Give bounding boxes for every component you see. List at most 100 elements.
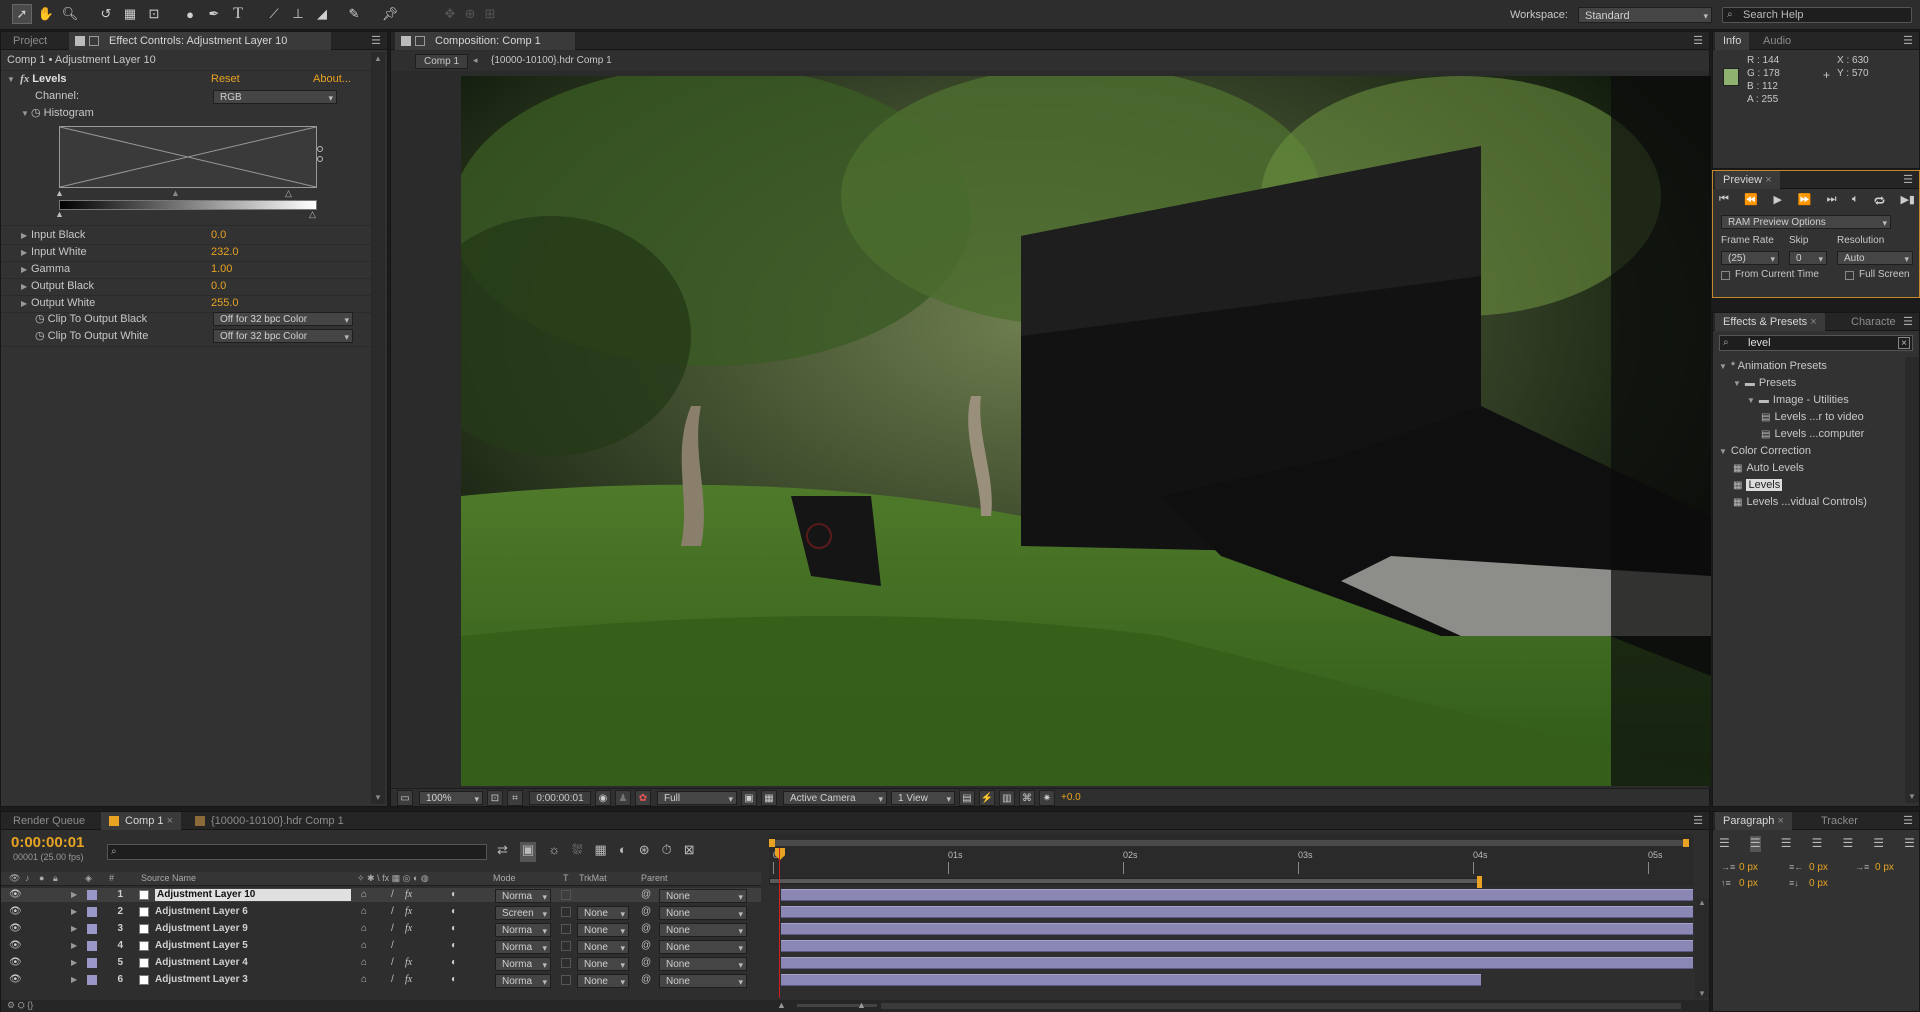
quality-switch-icon[interactable]: / bbox=[391, 974, 394, 986]
expand-triangle-icon[interactable]: ▶ bbox=[21, 261, 31, 278]
fx-switch-icon[interactable]: fx bbox=[405, 923, 412, 935]
tree-folder[interactable]: ▼ ▬ Presets bbox=[1733, 376, 1796, 390]
align-center-icon[interactable]: ☰ bbox=[1749, 836, 1761, 852]
preserve-transparency-checkbox[interactable] bbox=[561, 907, 571, 917]
brush-tool-icon[interactable]: ⟋ bbox=[264, 4, 284, 24]
quality-switch-icon[interactable]: / bbox=[391, 940, 394, 952]
trkmat-select[interactable]: None bbox=[577, 906, 629, 921]
eye-icon[interactable]: 👁︎ bbox=[9, 906, 22, 918]
exposure-value[interactable]: +0.0 bbox=[1061, 792, 1081, 803]
timeline-search-input[interactable]: ⌕ bbox=[107, 844, 487, 860]
indent-right-value[interactable]: 0 px bbox=[1809, 862, 1828, 873]
indent-first-value[interactable]: 0 px bbox=[1875, 862, 1894, 873]
quality-switch-icon[interactable]: / bbox=[391, 923, 394, 935]
panel-menu-icon[interactable]: ☰ bbox=[1903, 814, 1913, 827]
justify-last-left-icon[interactable]: ☰ bbox=[1812, 836, 1823, 852]
input-white-slider-icon[interactable]: △ bbox=[285, 188, 292, 199]
justify-all-icon[interactable]: ☰ bbox=[1904, 836, 1915, 852]
preserve-transparency-checkbox[interactable] bbox=[561, 975, 571, 985]
camera-select[interactable]: Active Camera bbox=[783, 791, 887, 806]
transparency-grid-icon[interactable]: ▦ bbox=[761, 790, 777, 806]
tab-hdr-comp[interactable]: {10000-10100}.hdr Comp 1 bbox=[187, 812, 352, 830]
expand-triangle-icon[interactable]: ▶ bbox=[21, 278, 31, 295]
parent-select[interactable]: None bbox=[659, 940, 747, 955]
adjustment-switch-icon[interactable]: ◐ bbox=[451, 974, 457, 986]
expand-triangle-icon[interactable]: ▼ bbox=[1733, 379, 1741, 388]
shy-switch-icon[interactable]: ⌂ bbox=[361, 923, 367, 935]
label-color-icon[interactable] bbox=[87, 924, 97, 934]
toggle-pixel-aspect-icon[interactable]: ▤ bbox=[959, 790, 975, 806]
param-value[interactable]: 0.0 bbox=[211, 227, 226, 244]
tab-character[interactable]: Characte bbox=[1843, 313, 1904, 331]
snapshot-icon[interactable]: ◉ bbox=[595, 790, 611, 806]
work-area-end-handle[interactable] bbox=[1477, 876, 1482, 888]
zoom-tool-icon[interactable]: 🔍︎ bbox=[60, 4, 80, 24]
tab-project[interactable]: Project bbox=[5, 32, 55, 50]
shy-switch-icon[interactable]: ⌂ bbox=[361, 906, 367, 918]
preserve-transparency-checkbox[interactable] bbox=[561, 958, 571, 968]
skip-select[interactable]: 0 bbox=[1789, 251, 1827, 266]
expand-triangle-icon[interactable]: ▶ bbox=[71, 940, 77, 952]
close-icon[interactable]: × bbox=[1765, 174, 1771, 186]
close-icon[interactable]: × bbox=[1810, 316, 1816, 328]
expand-triangle-icon[interactable]: ▼ bbox=[1719, 447, 1727, 456]
param-row[interactable]: ▶ Input White bbox=[21, 244, 87, 261]
trkmat-select[interactable]: None bbox=[577, 940, 629, 955]
tree-folder[interactable]: ▼ Color Correction bbox=[1719, 444, 1811, 458]
expand-triangle-icon[interactable]: ▶ bbox=[21, 227, 31, 244]
flowchart-icon[interactable]: ⌘ bbox=[1019, 790, 1035, 806]
parent-select[interactable]: None bbox=[659, 923, 747, 938]
layer-duration-bar[interactable] bbox=[781, 906, 1693, 918]
layer-duration-bar[interactable] bbox=[781, 974, 1481, 986]
lock-icon[interactable] bbox=[401, 36, 411, 46]
roto-brush-tool-icon[interactable]: ✎ bbox=[344, 4, 364, 24]
trkmat-select[interactable]: None bbox=[577, 957, 629, 972]
tree-folder[interactable]: ▼ * Animation Presets bbox=[1719, 359, 1827, 373]
expand-triangle-icon[interactable]: ▶ bbox=[71, 889, 77, 901]
label-color-icon[interactable] bbox=[87, 941, 97, 951]
expand-triangle-icon[interactable]: ▼ bbox=[1747, 396, 1755, 405]
tab-tracker[interactable]: Tracker bbox=[1813, 812, 1866, 830]
mode-select[interactable]: Norma bbox=[495, 889, 551, 904]
lock-icon[interactable] bbox=[75, 36, 85, 46]
shy-switch-icon[interactable]: ⌂ bbox=[361, 940, 367, 952]
layer-row[interactable]: 👁︎ ▶ 1 Adjustment Layer 10 ⌂ / fx ◐ Norma @ None bbox=[1, 888, 761, 904]
tab-audio[interactable]: Audio bbox=[1755, 32, 1799, 50]
time-ruler[interactable]: 0s01s02s03s04s05s bbox=[769, 834, 1693, 888]
clip-white-select[interactable]: Off for 32 bpc Color bbox=[213, 329, 353, 344]
label-color-icon[interactable] bbox=[87, 890, 97, 900]
trkmat-select[interactable]: None bbox=[577, 974, 629, 989]
layer-row[interactable]: 👁︎ ▶ 6 Adjustment Layer 3 ⌂ / fx ◐ Norma None @ Non… bbox=[1, 973, 761, 989]
quality-switch-icon[interactable]: / bbox=[391, 957, 394, 969]
tab-paragraph[interactable]: Paragraph × bbox=[1715, 812, 1792, 830]
preserve-transparency-checkbox[interactable] bbox=[561, 924, 571, 934]
eye-icon[interactable]: 👁︎ bbox=[9, 923, 22, 935]
align-left-icon[interactable]: ☰ bbox=[1719, 836, 1730, 852]
preserve-transparency-checkbox[interactable] bbox=[561, 941, 571, 951]
fx-icon[interactable]: fx bbox=[20, 73, 29, 85]
fx-switch-icon[interactable]: fx bbox=[405, 889, 412, 901]
param-value[interactable]: 0.0 bbox=[211, 278, 226, 295]
graph-editor-icon[interactable]: ⏱ bbox=[662, 842, 672, 862]
hand-tool-icon[interactable]: ✋ bbox=[36, 4, 56, 24]
eye-icon[interactable]: 👁︎ bbox=[9, 940, 22, 952]
always-preview-icon[interactable]: ▭ bbox=[397, 790, 413, 806]
layer-name[interactable]: Adjustment Layer 10 bbox=[155, 889, 351, 901]
expand-triangle-icon[interactable]: ▼ bbox=[1719, 362, 1727, 371]
region-of-interest-icon[interactable]: ▣ bbox=[741, 790, 757, 806]
layer-duration-bar[interactable] bbox=[781, 957, 1693, 969]
pick-whip-icon[interactable]: @ bbox=[641, 906, 651, 918]
tab-info[interactable]: Info bbox=[1715, 32, 1750, 50]
output-black-slider-icon[interactable]: ▲ bbox=[55, 209, 64, 219]
pick-whip-icon[interactable]: @ bbox=[641, 889, 651, 901]
fast-previews-icon[interactable]: ⚡ bbox=[979, 790, 995, 806]
close-icon[interactable]: × bbox=[167, 815, 173, 827]
zoom-select[interactable]: 100% bbox=[419, 791, 483, 806]
resolution-select[interactable]: Full bbox=[657, 791, 737, 806]
comp-nav-hdr[interactable]: {10000-10100}.hdr Comp 1 bbox=[491, 55, 612, 66]
expand-triangle-icon[interactable]: ▶ bbox=[71, 974, 77, 986]
ellipse-tool-icon[interactable]: ● bbox=[180, 4, 200, 24]
comp-nav-comp1[interactable]: Comp 1 bbox=[415, 54, 469, 69]
comp-mini-flowchart-icon[interactable]: ⇄ bbox=[497, 842, 508, 862]
from-current-checkbox[interactable] bbox=[1721, 271, 1730, 280]
